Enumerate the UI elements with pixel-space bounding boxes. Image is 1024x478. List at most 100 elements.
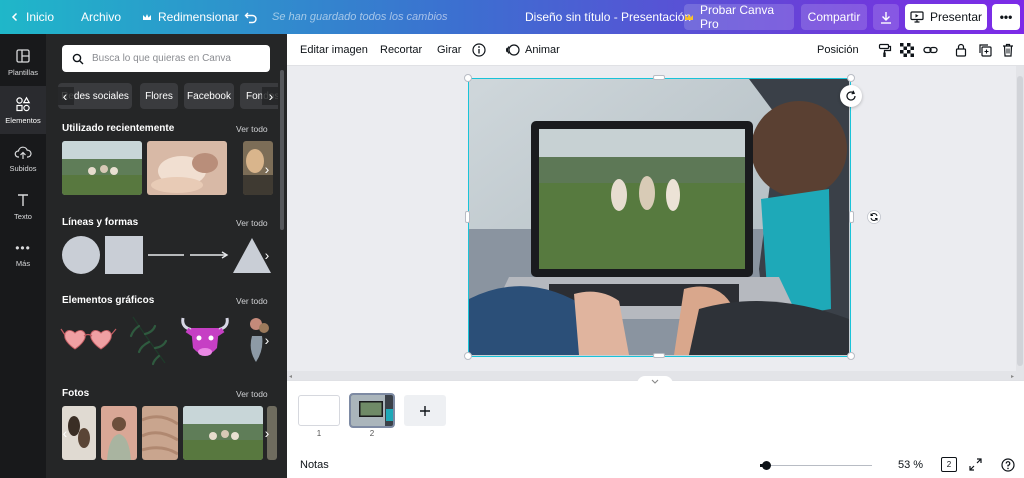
photo-thumb-lake[interactable] [183, 406, 263, 460]
shape-circle[interactable] [62, 236, 100, 274]
lock-icon[interactable] [955, 34, 967, 66]
zoom-level[interactable]: 53 % [898, 459, 923, 471]
photo-thumb-fabric[interactable] [142, 406, 178, 460]
crop-button[interactable]: Recortar [380, 34, 422, 66]
chip-flowers[interactable]: Flores [140, 83, 178, 109]
trash-icon[interactable] [1002, 34, 1014, 66]
shape-arrow[interactable] [189, 236, 229, 274]
shape-square[interactable] [105, 236, 143, 274]
undo-button[interactable] [244, 0, 258, 34]
help-icon[interactable] [1001, 458, 1015, 472]
fullscreen-icon[interactable] [969, 458, 982, 471]
more-icon: ••• [999, 10, 1013, 24]
chevron-right-icon[interactable]: › [262, 87, 278, 105]
chevron-right-icon[interactable]: › [258, 331, 276, 349]
rail-item-more[interactable]: ••• Más [0, 230, 46, 278]
chip-facebook[interactable]: Facebook [184, 83, 234, 109]
resize-handle-tr[interactable] [847, 74, 855, 82]
graphic-heart-glasses[interactable] [60, 319, 118, 363]
shapes-icon [15, 96, 31, 112]
elements-panel: Busca lo que quieras en Canva Redes soci… [46, 34, 287, 478]
page-number-2: 2 [369, 429, 375, 438]
see-all-shapes[interactable]: Ver todo [236, 218, 268, 228]
chevron-left-icon[interactable]: ‹ [58, 87, 74, 105]
chevron-down-icon[interactable] [637, 376, 673, 386]
resize-handle-br[interactable] [847, 352, 855, 360]
resize-handle-bl[interactable] [464, 352, 472, 360]
chevron-left-icon[interactable]: ‹ [56, 424, 74, 442]
rail-item-text[interactable]: Texto [0, 182, 46, 230]
recent-thumb-lake[interactable] [62, 141, 142, 195]
chevron-right-icon[interactable]: ▸ [1011, 373, 1014, 380]
plus-icon [419, 405, 431, 417]
position-button[interactable]: Posición [817, 34, 859, 66]
zoom-slider-knob[interactable] [762, 461, 771, 470]
search-placeholder: Busca lo que quieras en Canva [92, 53, 231, 64]
notes-button[interactable]: Notas [300, 459, 329, 471]
share-button[interactable]: Compartir [801, 4, 867, 30]
canvas-area: ◂ ▸ [287, 66, 1024, 380]
panel-scrollbar[interactable] [280, 70, 284, 230]
design-title[interactable]: Diseño sin título - Presentación [525, 0, 691, 34]
page-count-button[interactable]: 2 [941, 457, 957, 472]
chevron-right-icon[interactable]: › [258, 424, 276, 442]
add-page-button[interactable] [404, 395, 446, 426]
link-icon[interactable] [923, 34, 938, 66]
layout-icon [15, 48, 31, 64]
status-bar: Notas 53 % 2 [287, 452, 1024, 478]
photo-thumb-woman[interactable] [101, 406, 137, 460]
resize-handle-tl[interactable] [464, 74, 472, 82]
vertical-scrollbar[interactable] [1016, 66, 1024, 371]
try-pro-button[interactable]: Probar Canva Pro [684, 3, 794, 31]
graphic-bull-head[interactable] [177, 314, 233, 366]
paint-roller-icon[interactable] [878, 34, 892, 66]
category-chips: Redes sociales Flores Facebook Fondos ‹ … [58, 83, 278, 109]
more-icon: ••• [15, 240, 31, 255]
home-button[interactable]: Inicio [10, 0, 54, 34]
transparency-icon[interactable] [900, 34, 914, 66]
more-options-button[interactable]: ••• [992, 4, 1020, 30]
search-icon [72, 53, 84, 65]
rail-item-uploads[interactable]: Subidos [0, 134, 46, 182]
chevron-right-icon[interactable]: › [258, 246, 276, 264]
image-toolbar: Editar imagen Recortar Girar Animar Posi… [287, 34, 1024, 66]
chevron-right-icon[interactable]: › [258, 160, 276, 178]
file-menu[interactable]: Archivo [81, 0, 121, 34]
edit-image-button[interactable]: Editar imagen [300, 34, 368, 66]
shape-line[interactable] [147, 236, 185, 274]
rail-item-label: Texto [14, 211, 32, 221]
resize-handle-top[interactable] [653, 75, 665, 80]
see-all-photos[interactable]: Ver todo [236, 389, 268, 399]
rotate-handle-icon[interactable] [840, 85, 862, 107]
duplicate-icon[interactable] [978, 34, 992, 66]
graphic-leaves[interactable] [125, 314, 171, 366]
animate-icon [506, 43, 520, 57]
resize-handle-right[interactable] [849, 211, 854, 223]
rail-item-elements[interactable]: Elementos [0, 86, 46, 134]
page-thumbnail-1[interactable] [298, 395, 340, 426]
scrollbar-thumb[interactable] [1017, 76, 1023, 366]
present-button[interactable]: Presentar [905, 4, 987, 30]
rotate-button[interactable]: Girar [437, 34, 461, 66]
resize-handle-left[interactable] [465, 211, 470, 223]
download-button[interactable] [873, 4, 899, 30]
rail-item-templates[interactable]: Plantillas [0, 38, 46, 86]
resize-button[interactable]: Redimensionar [142, 0, 239, 34]
resize-handle-bottom[interactable] [653, 353, 665, 358]
search-input[interactable]: Busca lo que quieras en Canva [62, 45, 270, 72]
see-all-recent[interactable]: Ver todo [236, 124, 268, 134]
recent-thumb-baby[interactable] [147, 141, 227, 195]
info-button[interactable] [472, 34, 486, 66]
chevron-left-icon[interactable]: ◂ [289, 373, 292, 380]
text-icon [16, 192, 30, 208]
section-title-shapes: Líneas y formas [62, 217, 139, 228]
top-bar: Inicio Archivo Redimensionar Se han guar… [0, 0, 1024, 34]
refresh-icon[interactable] [867, 210, 881, 224]
animate-button[interactable]: Animar [506, 34, 560, 66]
slide-image-laptop[interactable] [468, 78, 851, 357]
zoom-slider[interactable] [760, 461, 872, 470]
pages-strip: 1 2 [287, 376, 1024, 452]
page-thumbnail-2[interactable] [349, 393, 395, 428]
rail-item-label: Elementos [5, 115, 41, 125]
see-all-graphics[interactable]: Ver todo [236, 296, 268, 306]
